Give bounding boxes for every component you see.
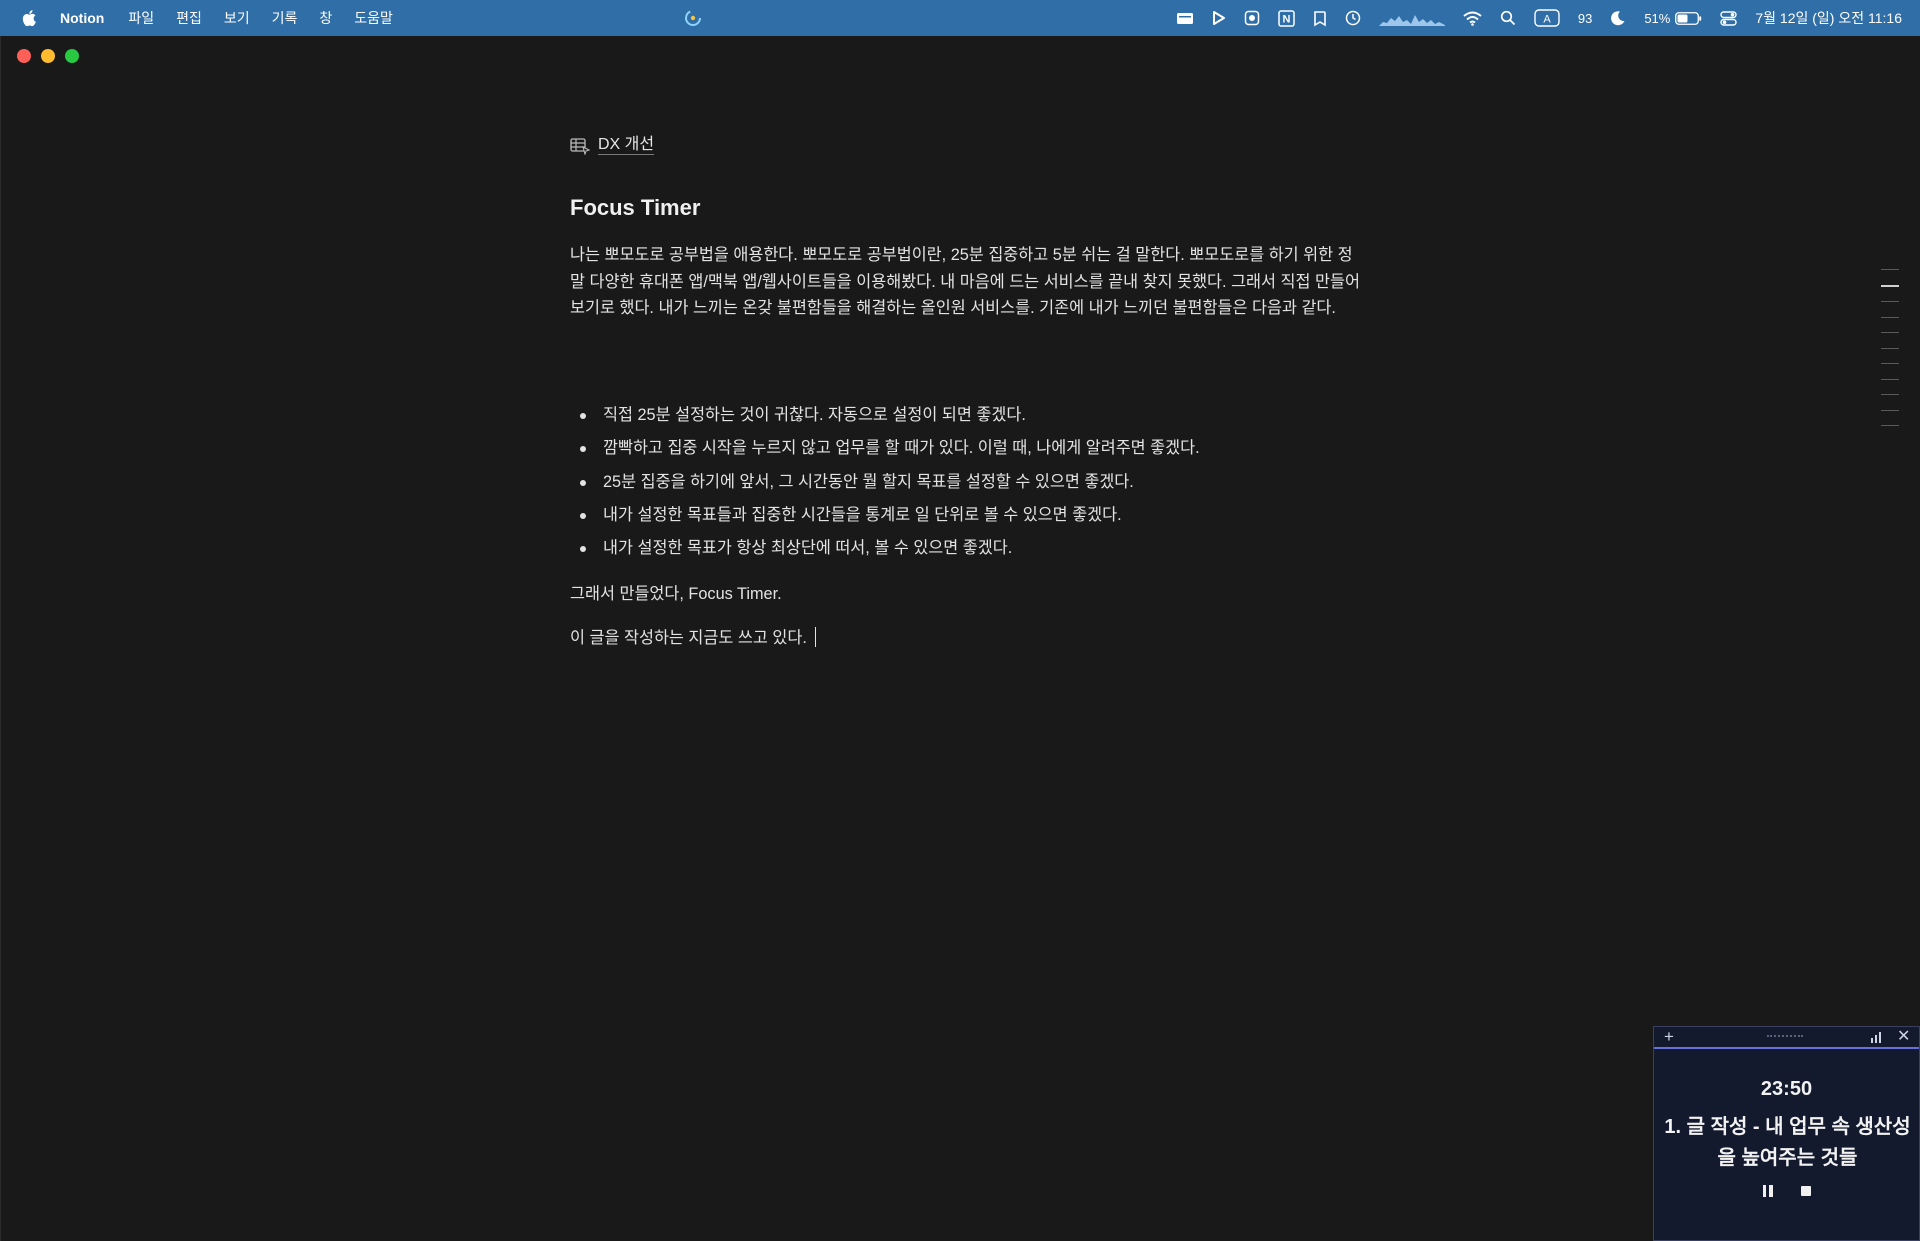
- timer-remaining: 23:50: [1760, 1078, 1813, 1100]
- clock-icon[interactable]: [1345, 0, 1361, 36]
- last-paragraph[interactable]: 이 글을 작성하는 지금도 쓰고 있다.: [570, 625, 1360, 652]
- outline-line[interactable]: [1881, 363, 1899, 364]
- outline-line-active[interactable]: [1881, 284, 1899, 287]
- control-center-icon[interactable]: [1720, 0, 1738, 36]
- list-item[interactable]: 내가 설정한 목표가 항상 최상단에 떠서, 볼 수 있으면 좋겠다.: [570, 532, 1360, 565]
- menu-help[interactable]: 도움말: [354, 8, 393, 28]
- battery-icon[interactable]: [1675, 11, 1702, 25]
- outline-line[interactable]: [1881, 409, 1899, 411]
- menu-window[interactable]: 창: [319, 8, 332, 28]
- outline-line[interactable]: [1881, 301, 1899, 302]
- minimize-window-button[interactable]: [41, 49, 55, 63]
- outline-line[interactable]: [1881, 425, 1899, 426]
- activity-graph-icon[interactable]: [1378, 0, 1445, 36]
- breadcrumb-parent[interactable]: DX 개선: [598, 136, 655, 155]
- text-cursor: [814, 627, 816, 647]
- outline-line[interactable]: [1881, 394, 1899, 395]
- last-paragraph-text: 이 글을 작성하는 지금도 쓰고 있다.: [570, 629, 807, 647]
- list-item[interactable]: 직접 25분 설정하는 것이 귀찮다. 자동으로 설정이 되면 좋겠다.: [570, 399, 1360, 432]
- menu-view[interactable]: 보기: [224, 8, 250, 28]
- outline-line[interactable]: [1881, 378, 1899, 380]
- input-source-label: A: [1543, 14, 1551, 26]
- outline-line[interactable]: [1881, 316, 1899, 318]
- stats-icon[interactable]: [1870, 1032, 1882, 1043]
- svg-text:N: N: [1282, 13, 1290, 25]
- app-menu-notion[interactable]: Notion: [60, 10, 104, 26]
- outline-line[interactable]: [1881, 269, 1899, 270]
- database-table-icon: [570, 137, 590, 155]
- battery-percent: 51%: [1644, 10, 1671, 26]
- outline-line[interactable]: [1881, 332, 1899, 333]
- sync-status-icon[interactable]: [683, 8, 703, 28]
- list-item[interactable]: 내가 설정한 목표들과 집중한 시간들을 통계로 일 단위로 볼 수 있으면 좋…: [570, 499, 1360, 532]
- focus-timer-widget: + ✕ 23:50 1. 글 작성 - 내 업무 속 생산성을 높여주는 것들: [1653, 1026, 1920, 1241]
- apple-icon[interactable]: [20, 8, 40, 28]
- notion-window: DX 개선 Focus Timer 나는 뽀모도로 공부법을 애용한다. 뽀모도…: [0, 36, 1920, 1241]
- moon-icon[interactable]: [1610, 0, 1626, 36]
- close-window-button[interactable]: [17, 49, 31, 63]
- input-source-icon[interactable]: A: [1534, 0, 1560, 36]
- menu-history[interactable]: 기록: [272, 8, 298, 28]
- timer-goal: 1. 글 작성 - 내 업무 속 생산성을 높여주는 것들: [1664, 1116, 1911, 1169]
- number-indicator[interactable]: 93: [1578, 0, 1592, 36]
- search-icon[interactable]: [1500, 0, 1516, 36]
- closing-paragraph[interactable]: 그래서 만들었다, Focus Timer.: [570, 581, 1360, 608]
- play-icon[interactable]: [1212, 0, 1226, 36]
- wifi-icon[interactable]: [1463, 0, 1482, 36]
- record-icon[interactable]: [1244, 0, 1260, 36]
- page-outline[interactable]: [1881, 269, 1899, 441]
- menu-edit[interactable]: 편집: [176, 8, 202, 28]
- bookmark-icon[interactable]: [1313, 0, 1327, 36]
- bullet-list: 직접 25분 설정하는 것이 귀찮다. 자동으로 설정이 되면 좋겠다. 깜빡하…: [570, 399, 1360, 565]
- clock-datetime[interactable]: 7월 12일 (일) 오전 11:16: [1755, 0, 1902, 36]
- notion-icon[interactable]: N: [1278, 0, 1295, 36]
- breadcrumb[interactable]: DX 개선: [570, 136, 655, 155]
- window-controls: [17, 49, 79, 63]
- menu-bar: Notion 파일 편집 보기 기록 창 도움말 N A 93 51% 7월 1…: [0, 0, 1920, 36]
- intro-paragraph[interactable]: 나는 뽀모도로 공부법을 애용한다. 뽀모도로 공부법이란, 25분 집중하고 …: [570, 242, 1360, 322]
- list-item[interactable]: 25분 집중을 하기에 앞서, 그 시간동안 뭘 할지 목표를 설정할 수 있으…: [570, 466, 1360, 499]
- screen-icon[interactable]: [1176, 0, 1194, 36]
- pause-icon[interactable]: [1762, 1185, 1775, 1197]
- outline-line[interactable]: [1881, 347, 1899, 349]
- stop-icon[interactable]: [1800, 1186, 1811, 1196]
- page-title[interactable]: Focus Timer: [570, 195, 700, 221]
- add-icon[interactable]: +: [1664, 1028, 1674, 1046]
- zoom-window-button[interactable]: [65, 49, 79, 63]
- menu-file[interactable]: 파일: [128, 8, 154, 28]
- drag-handle[interactable]: [1767, 1035, 1803, 1037]
- timer-controls: [1654, 1185, 1919, 1197]
- close-icon[interactable]: ✕: [1897, 1028, 1910, 1046]
- timer-titlebar[interactable]: + ✕: [1654, 1027, 1919, 1049]
- list-item[interactable]: 깜빡하고 집중 시작을 누르지 않고 업무를 할 때가 있다. 이럴 때, 나에…: [570, 432, 1360, 465]
